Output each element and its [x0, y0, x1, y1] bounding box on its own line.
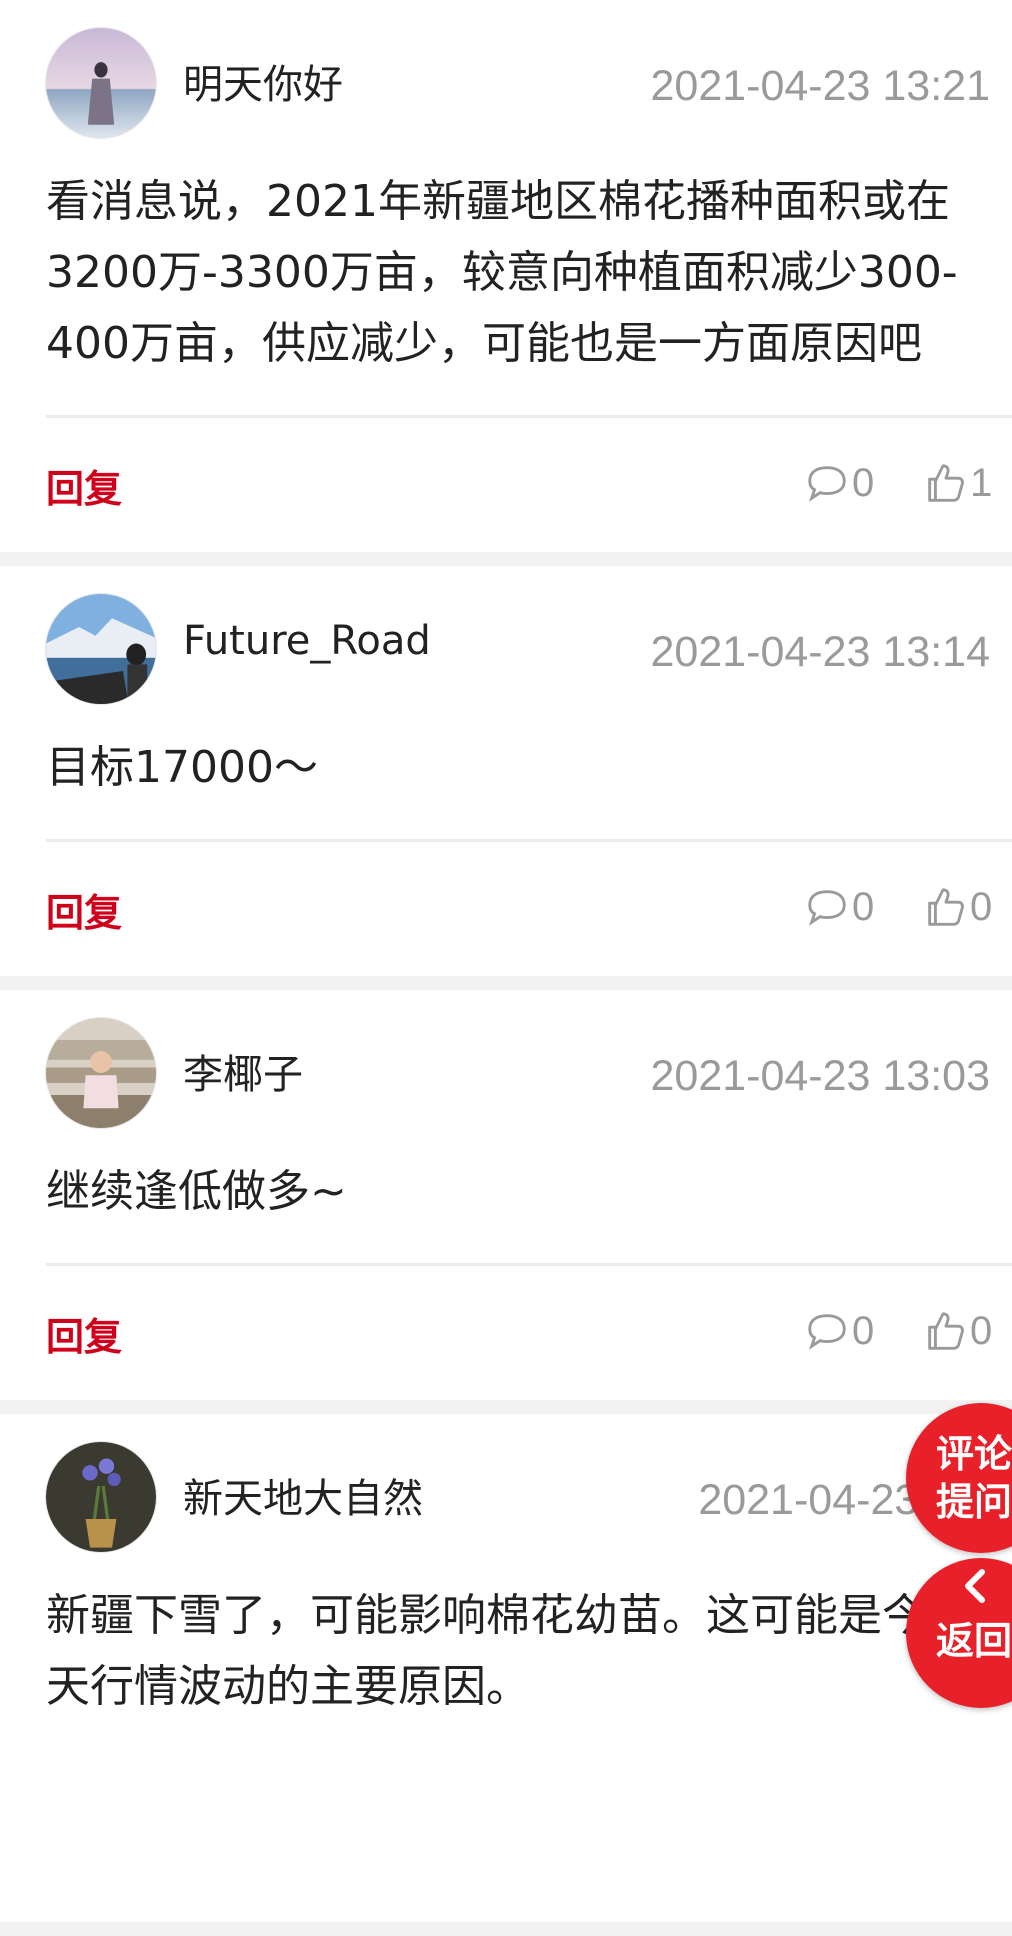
comment-count-button[interactable]: 0	[804, 1306, 874, 1356]
like-button[interactable]: 1	[922, 458, 992, 508]
like-count: 0	[970, 1308, 993, 1353]
fab-question-label: 提问	[936, 1480, 1012, 1524]
timestamp: 2021-04-23 13:21	[650, 62, 990, 110]
comment-count-button[interactable]: 0	[804, 458, 874, 508]
avatar[interactable]	[46, 1018, 156, 1128]
avatar-image	[46, 594, 156, 704]
comment-header: Future_Road 2021-04-23 13:14	[0, 566, 1012, 704]
comment-count: 0	[852, 884, 875, 929]
reply-button[interactable]: 回复	[46, 1306, 122, 1361]
thumbs-up-icon	[928, 464, 964, 502]
comment-count: 0	[852, 1308, 875, 1353]
thumbs-up-icon	[928, 1312, 964, 1350]
like-count: 0	[970, 884, 993, 929]
comment-text: 看消息说，2021年新疆地区棉花播种面积或在3200万-3300万亩，较意向种植…	[46, 176, 958, 369]
username[interactable]: Future_Road	[183, 618, 431, 664]
comment-actions: 回复 0 0	[0, 842, 1012, 976]
comment-card: 明天你好 2021-04-23 13:21 看消息说，2021年新疆地区棉花播种…	[0, 0, 1012, 552]
comment-bubble-icon	[808, 466, 846, 502]
comment-text: 继续逢低做多~	[46, 1166, 347, 1217]
avatar[interactable]	[46, 28, 156, 138]
avatar-image	[46, 28, 156, 138]
comment-card: 新天地大自然 2021-04-23 12: 新疆下雪了，可能影响棉花幼苗。这可能…	[0, 1414, 1012, 1922]
avatar[interactable]	[46, 1442, 156, 1552]
comment-header: 新天地大自然 2021-04-23 12:	[0, 1414, 1012, 1552]
timestamp: 2021-04-23 13:14	[650, 628, 990, 676]
comment-feed: 明天你好 2021-04-23 13:21 看消息说，2021年新疆地区棉花播种…	[0, 0, 1012, 1936]
comment-actions: 回复 0 0	[0, 1266, 1012, 1400]
username[interactable]: 明天你好	[183, 52, 343, 110]
comment-bubble-icon	[808, 890, 846, 926]
comment-actions: 回复 0 1	[0, 418, 1012, 552]
comment-card: Future_Road 2021-04-23 13:14 目标17000～ 回复…	[0, 566, 1012, 976]
avatar-image	[46, 1018, 156, 1128]
comment-card: 李椰子 2021-04-23 13:03 继续逢低做多~ 回复 0 0	[0, 990, 1012, 1400]
thumbs-up-icon	[928, 888, 964, 926]
comment-text: 目标17000～	[46, 742, 318, 793]
like-button[interactable]: 0	[922, 1306, 992, 1356]
comment-count: 0	[852, 460, 875, 505]
comment-header: 李椰子 2021-04-23 13:03	[0, 990, 1012, 1128]
fab-back-label: 返回	[936, 1619, 1012, 1663]
fab-comment-label: 评论	[936, 1432, 1012, 1476]
like-count: 1	[970, 460, 993, 505]
comment-count-button[interactable]: 0	[804, 882, 874, 932]
username[interactable]: 新天地大自然	[183, 1466, 423, 1524]
timestamp: 2021-04-23 13:03	[650, 1052, 990, 1100]
username[interactable]: 李椰子	[183, 1042, 303, 1100]
comment-header: 明天你好 2021-04-23 13:21	[0, 0, 1012, 138]
avatar-image	[46, 1442, 156, 1552]
reply-button[interactable]: 回复	[46, 458, 122, 513]
comment-text: 新疆下雪了，可能影响棉花幼苗。这可能是今天行情波动的主要原因。	[46, 1590, 926, 1712]
reply-button[interactable]: 回复	[46, 882, 122, 937]
chevron-left-icon	[965, 1569, 985, 1603]
avatar[interactable]	[46, 594, 156, 704]
comment-bubble-icon	[808, 1314, 846, 1350]
like-button[interactable]: 0	[922, 882, 992, 932]
